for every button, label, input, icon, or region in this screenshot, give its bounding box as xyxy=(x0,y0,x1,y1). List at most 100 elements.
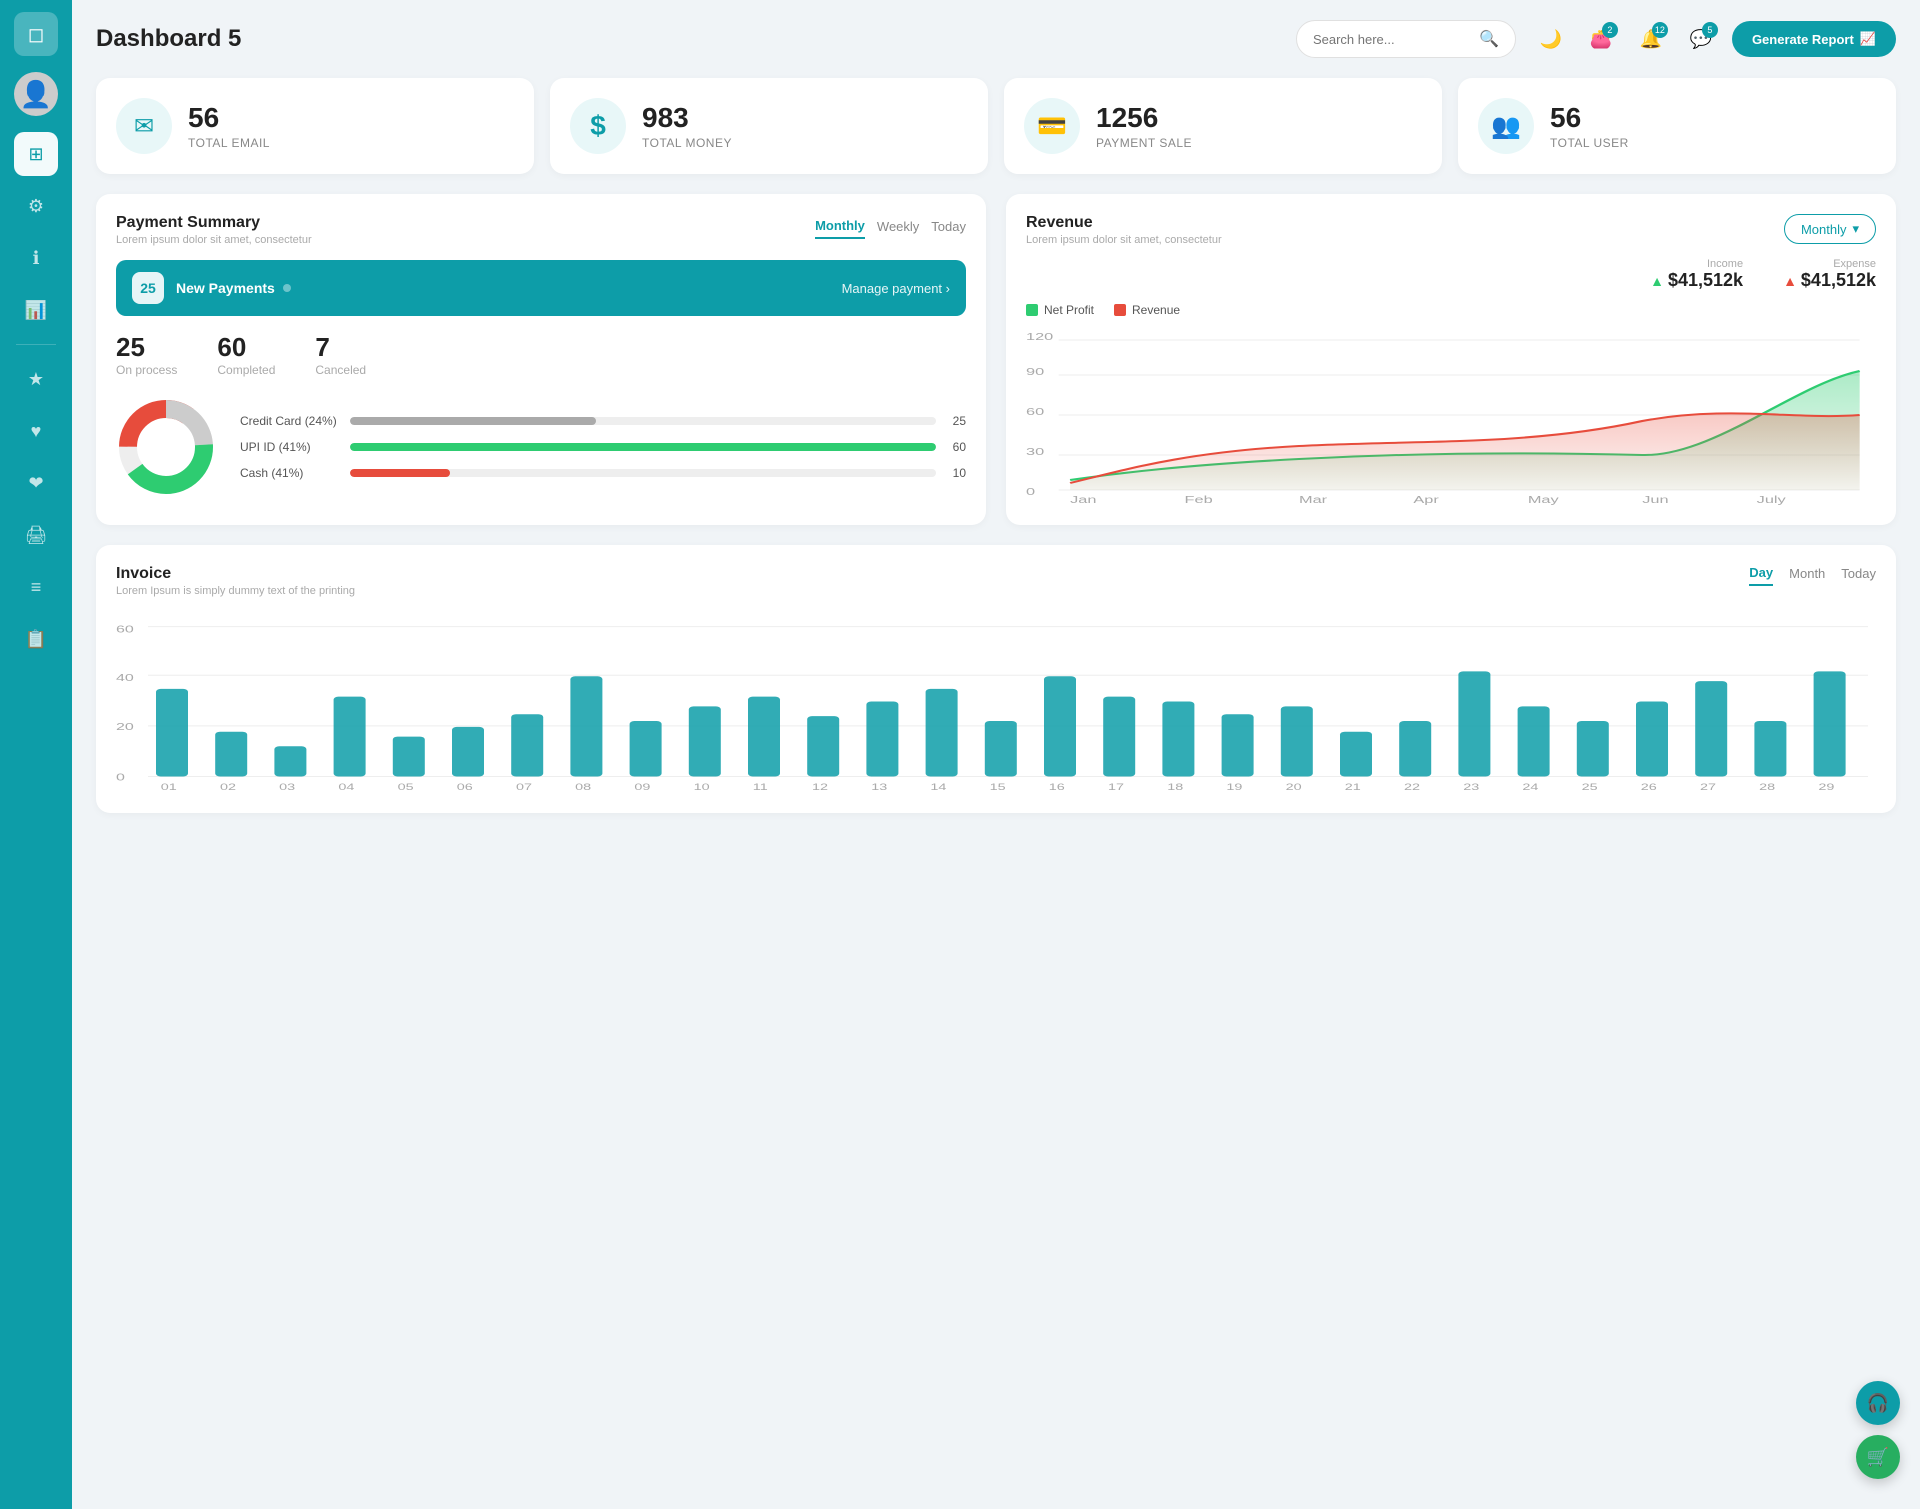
content-row: Payment Summary Lorem ipsum dolor sit am… xyxy=(96,194,1896,525)
payment-summary-tabs: Monthly Weekly Today xyxy=(815,214,966,239)
stat-icon-user: 👥 xyxy=(1478,98,1534,154)
sidebar-logo[interactable]: ◻ xyxy=(14,12,58,56)
bar-label-upi: UPI ID (41%) xyxy=(240,440,340,454)
stat-card-money: $ 983 TOTAL MONEY xyxy=(550,78,988,174)
stat-card-payment: 💳 1256 PAYMENT SALE xyxy=(1004,78,1442,174)
stat-info-payment: 1256 PAYMENT SALE xyxy=(1096,102,1192,150)
invoice-tabs: Day Month Today xyxy=(1749,565,1876,586)
income-item: Income ▲ $41,512k xyxy=(1650,258,1743,291)
svg-text:21: 21 xyxy=(1345,782,1361,792)
svg-text:18: 18 xyxy=(1167,782,1183,792)
header: Dashboard 5 🔍 🌙 👛 2 🔔 12 💬 5 Generate Re xyxy=(96,20,1896,58)
avatar[interactable]: 👤 xyxy=(14,72,58,116)
bar-track-cash xyxy=(350,469,936,477)
cart-icon: 🛒 xyxy=(1867,1447,1889,1468)
pstat-num-process: 25 xyxy=(116,332,177,363)
chevron-down-icon: ▾ xyxy=(1852,221,1859,237)
payment-summary-header: Payment Summary Lorem ipsum dolor sit am… xyxy=(116,214,966,246)
payment-bottom: Credit Card (24%) 25 UPI ID (41%) 60 xyxy=(116,397,966,497)
income-expense-row: Income ▲ $41,512k Expense ▲ $41,512k xyxy=(1026,258,1876,291)
tab-monthly[interactable]: Monthly xyxy=(815,214,865,239)
expense-item: Expense ▲ $41,512k xyxy=(1783,258,1876,291)
bar-chart-icon: 📈 xyxy=(1860,31,1876,47)
sidebar-item-info[interactable]: ℹ xyxy=(14,236,58,280)
list-icon: 📋 xyxy=(25,629,47,650)
tab-today[interactable]: Today xyxy=(931,215,966,238)
invoice-tab-month[interactable]: Month xyxy=(1789,566,1825,585)
search-icon[interactable]: 🔍 xyxy=(1479,29,1499,49)
pstat-on-process: 25 On process xyxy=(116,332,177,377)
svg-text:12: 12 xyxy=(812,782,828,792)
invoice-panel: Invoice Lorem Ipsum is simply dummy text… xyxy=(96,545,1896,813)
invoice-tab-today[interactable]: Today xyxy=(1841,566,1876,585)
stat-info-user: 56 TOTAL USER xyxy=(1550,102,1629,150)
sidebar-item-print[interactable]: 🖨 xyxy=(14,513,58,557)
fab-support-button[interactable]: 🎧 xyxy=(1856,1381,1900,1425)
bar-label-cash: Cash (41%) xyxy=(240,466,340,480)
svg-text:July: July xyxy=(1757,494,1786,505)
svg-text:Apr: Apr xyxy=(1413,494,1439,505)
chat-badge: 5 xyxy=(1702,22,1718,38)
bar-row-upi: UPI ID (41%) 60 xyxy=(240,440,966,454)
sidebar-item-list[interactable]: 📋 xyxy=(14,617,58,661)
bar-value-cash: 10 xyxy=(946,466,966,480)
star-icon: ★ xyxy=(28,369,44,390)
svg-text:25: 25 xyxy=(1582,782,1598,792)
manage-payment-link[interactable]: Manage payment › xyxy=(842,281,950,296)
svg-text:11: 11 xyxy=(753,782,768,792)
revenue-subtitle: Lorem ipsum dolor sit amet, consectetur xyxy=(1026,234,1222,246)
bar-fill-credit xyxy=(350,417,596,425)
svg-text:05: 05 xyxy=(398,782,414,792)
wallet-badge: 2 xyxy=(1602,22,1618,38)
fab-cart-button[interactable]: 🛒 xyxy=(1856,1435,1900,1479)
invoice-title-group: Invoice Lorem Ipsum is simply dummy text… xyxy=(116,565,355,597)
svg-text:60: 60 xyxy=(1026,406,1044,417)
svg-text:07: 07 xyxy=(516,782,532,792)
chat-button[interactable]: 💬 5 xyxy=(1682,20,1720,58)
bar-fill-cash xyxy=(350,469,450,477)
pstat-label-process: On process xyxy=(116,363,177,377)
menu-icon: ≡ xyxy=(31,577,42,598)
print-icon: 🖨 xyxy=(25,525,48,546)
sidebar-item-settings[interactable]: ⚙ xyxy=(14,184,58,228)
sidebar-item-heart2[interactable]: ❤ xyxy=(14,461,58,505)
stat-icon-payment: 💳 xyxy=(1024,98,1080,154)
pstat-canceled: 7 Canceled xyxy=(315,332,366,377)
income-arrow-icon: ▲ xyxy=(1650,273,1664,289)
invoice-tab-day[interactable]: Day xyxy=(1749,565,1773,586)
sidebar-item-heart[interactable]: ♥ xyxy=(14,409,58,453)
invoice-header: Invoice Lorem Ipsum is simply dummy text… xyxy=(116,565,1876,597)
svg-text:May: May xyxy=(1528,494,1559,505)
info-icon: ℹ xyxy=(33,248,40,269)
bar-label-credit: Credit Card (24%) xyxy=(240,414,340,428)
stat-icon-money: $ xyxy=(570,98,626,154)
svg-text:01: 01 xyxy=(161,782,177,792)
fab-container: 🎧 🛒 xyxy=(1856,1381,1900,1479)
bar-track-credit xyxy=(350,417,936,425)
tab-weekly[interactable]: Weekly xyxy=(877,215,919,238)
search-input[interactable] xyxy=(1313,32,1471,47)
sidebar-item-dashboard[interactable]: ⊞ xyxy=(14,132,58,176)
stat-label-email: TOTAL EMAIL xyxy=(188,136,270,150)
expense-arrow-icon: ▲ xyxy=(1783,273,1797,289)
generate-report-button[interactable]: Generate Report 📈 xyxy=(1732,21,1896,57)
bell-button[interactable]: 🔔 12 xyxy=(1632,20,1670,58)
search-box[interactable]: 🔍 xyxy=(1296,20,1516,58)
sidebar-item-chart[interactable]: 📊 xyxy=(14,288,58,332)
revenue-dropdown-button[interactable]: Monthly ▾ xyxy=(1784,214,1876,244)
sidebar-item-menu[interactable]: ≡ xyxy=(14,565,58,609)
bar-row-credit: Credit Card (24%) 25 xyxy=(240,414,966,428)
invoice-subtitle: Lorem Ipsum is simply dummy text of the … xyxy=(116,585,355,597)
svg-text:03: 03 xyxy=(279,782,295,792)
theme-toggle-button[interactable]: 🌙 xyxy=(1532,20,1570,58)
bar-track-upi xyxy=(350,443,936,451)
sidebar-item-star[interactable]: ★ xyxy=(14,357,58,401)
wallet-button[interactable]: 👛 2 xyxy=(1582,20,1620,58)
grid-icon: ⊞ xyxy=(28,144,43,165)
income-label: Income xyxy=(1650,258,1743,270)
svg-text:22: 22 xyxy=(1404,782,1420,792)
svg-text:26: 26 xyxy=(1641,782,1657,792)
svg-text:19: 19 xyxy=(1226,782,1242,792)
svg-text:Mar: Mar xyxy=(1299,494,1328,505)
expense-amount: ▲ $41,512k xyxy=(1783,270,1876,291)
